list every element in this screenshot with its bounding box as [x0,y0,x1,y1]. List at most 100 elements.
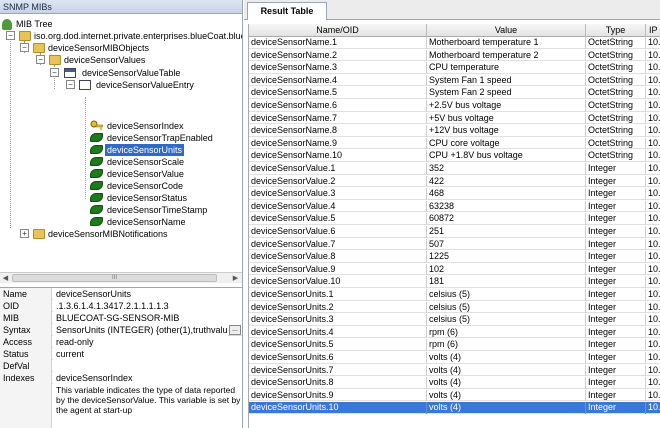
table-row[interactable]: deviceSensorName.7 +5V bus voltage OctetSt… [249,112,660,125]
cell-value: volts (4) [427,389,586,402]
collapse-icon[interactable]: − [66,80,75,89]
prop-row[interactable]: MIB BLUECOAT-SG-SENSOR-MIB [0,312,242,324]
cell-value: volts (4) [427,402,586,415]
table-row[interactable]: deviceSensorName.6 +2.5V bus voltage Octet… [249,100,660,112]
prop-row[interactable]: Indexes deviceSensorIndex [0,372,242,384]
cell-ip: 10.2 [646,314,660,326]
table-row[interactable]: deviceSensorName.10 CPU +1.8V bus voltage… [249,150,660,163]
cell-type: Integer [586,263,646,276]
scroll-left-icon[interactable]: ◀ [1,274,10,283]
prop-value: SensorUnits (INTEGER) {other(1),truthval… [53,324,228,336]
cell-value: 181 [427,276,586,289]
expand-icon[interactable]: + [20,229,29,238]
cell-ip: 10.2 [646,100,660,112]
prop-row[interactable]: DefVal [0,360,242,372]
table-row[interactable]: deviceSensorUnits.8volts (4)Integer10.2 [249,377,660,389]
cell-name-oid: deviceSensorValue.3 [249,188,427,200]
prop-row[interactable]: Access read-only [0,336,242,348]
collapse-icon[interactable]: − [6,31,15,40]
prop-row[interactable]: Status current [0,348,242,360]
prop-row[interactable]: Name deviceSensorUnits [0,288,242,300]
table-row[interactable]: deviceSensorValue.9102Integer10.2 [249,263,660,276]
table-icon [64,68,76,78]
tab-result-table[interactable]: Result Table [247,2,327,20]
leaf-icon [90,217,103,226]
col-header-type[interactable]: Type [586,24,646,37]
cell-type: Integer [586,301,646,314]
table-row[interactable]: deviceSensorUnits.10volts (4)Integer10.2 [249,402,660,415]
table-row[interactable]: deviceSensorUnits.1celsius (5)Integer10.… [249,289,660,301]
cell-name-oid: deviceSensorName.3 [249,62,427,74]
scroll-right-icon[interactable]: ▶ [231,274,240,283]
table-row[interactable]: deviceSensorName.9 CPU core voltage OctetS… [249,137,660,150]
tree-leaf-label: deviceSensorValue [107,169,184,179]
scrollbar-thumb[interactable]: III [12,274,217,282]
cell-ip: 10.2 [646,50,660,62]
prop-row[interactable]: Syntax SensorUnits (INTEGER) {other(1),t… [0,324,242,336]
cell-type: OctetString [586,74,646,87]
cell-name-oid: deviceSensorName.4 [249,74,427,87]
cell-ip: 10.2 [646,239,660,251]
table-row[interactable]: deviceSensorUnits.3celsius (5)Integer10.… [249,314,660,326]
table-row[interactable]: deviceSensorUnits.9volts (4)Integer10.2 [249,389,660,402]
cell-name-oid: deviceSensorUnits.9 [249,389,427,402]
cell-ip: 10.2 [646,37,660,49]
table-row[interactable]: deviceSensorUnits.5rpm (6)Integer10.2 [249,339,660,352]
prop-key-blank [0,384,52,428]
tree-leaf-label: deviceSensorScale [107,157,185,167]
cell-type: OctetString [586,125,646,137]
cell-ip: 10.2 [646,213,660,225]
table-row[interactable]: deviceSensorValue.7507Integer10.2 [249,238,660,251]
cell-name-oid: deviceSensorUnits.4 [249,326,427,339]
cell-value: System Fan 2 speed [427,87,586,100]
table-row[interactable]: deviceSensorUnits.7volts (4)Integer10.2 [249,364,660,377]
table-row[interactable]: deviceSensorValue.3468Integer10.2 [249,188,660,200]
tree-guide [10,29,11,228]
prop-value [53,360,242,372]
tree-horizontal-scrollbar[interactable]: ◀ III ▶ [0,272,242,283]
table-row[interactable]: deviceSensorValue.10181Integer10.2 [249,276,660,289]
table-row[interactable]: deviceSensorValue.2422Integer10.2 [249,175,660,188]
table-row[interactable]: deviceSensorUnits.2celsius (5)Integer10.… [249,301,660,314]
cell-ip: 10.2 [646,113,660,125]
cell-value: CPU core voltage [427,137,586,150]
table-row[interactable]: deviceSensorName.8 +12V bus voltage OctetS… [249,125,660,137]
table-row[interactable]: deviceSensorName.1 Motherboard temperatur… [249,37,660,49]
col-header-name-oid[interactable]: Name/OID [249,24,427,37]
cell-type: OctetString [586,137,646,150]
table-row[interactable]: deviceSensorName.4 System Fan 1 speed Octe… [249,74,660,87]
syntax-details-button[interactable]: ... [229,325,241,335]
cell-name-oid: deviceSensorUnits.1 [249,289,427,301]
collapse-icon[interactable]: − [20,43,29,52]
table-row[interactable]: deviceSensorValue.463238Integer10.2 [249,200,660,213]
col-header-ip[interactable]: IP [646,24,660,37]
cell-type: OctetString [586,87,646,100]
table-row[interactable]: deviceSensorUnits.6volts (4)Integer10.2 [249,352,660,364]
prop-row[interactable]: OID .1.3.6.1.4.1.3417.2.1.1.1.1.3 [0,300,242,312]
collapse-icon[interactable]: − [36,55,45,64]
tree-leaf-label: deviceSensorIndex [107,121,184,131]
cell-value: 422 [427,175,586,188]
tree-leaf-label-selected: deviceSensorUnits [105,144,185,156]
table-row[interactable]: deviceSensorName.5 System Fan 2 speed Octe… [249,87,660,100]
table-row[interactable]: deviceSensorValue.560872Integer10.2 [249,213,660,226]
cell-name-oid: deviceSensorName.8 [249,125,427,137]
mib-tree[interactable]: MIB Tree − iso.org.dod.internet.private.… [0,15,242,272]
table-row[interactable]: deviceSensorName.3 CPU temperature OctetSt… [249,62,660,74]
table-row[interactable]: deviceSensorValue.1352Integer10.2 [249,163,660,175]
leaf-icon [90,181,103,190]
cell-type: OctetString [586,49,646,62]
tree-guide [85,97,86,199]
table-row[interactable]: deviceSensorValue.6251Integer10.2 [249,226,660,238]
table-row[interactable]: deviceSensorUnits.4rpm (6)Integer10.2 [249,326,660,339]
col-header-value[interactable]: Value [427,24,586,37]
table-row[interactable]: deviceSensorValue.81225Integer10.2 [249,251,660,263]
cell-type: Integer [586,314,646,326]
cell-value: 352 [427,163,586,175]
result-table[interactable]: Name/OID Value Type IP deviceSensorName.… [248,24,660,428]
cell-value: CPU temperature [427,62,586,74]
table-row[interactable]: deviceSensorName.2 Motherboard temperatur… [249,49,660,62]
collapse-icon[interactable]: − [50,68,59,77]
tree-root-label: MIB Tree [16,19,53,29]
cell-ip: 10.2 [646,62,660,74]
